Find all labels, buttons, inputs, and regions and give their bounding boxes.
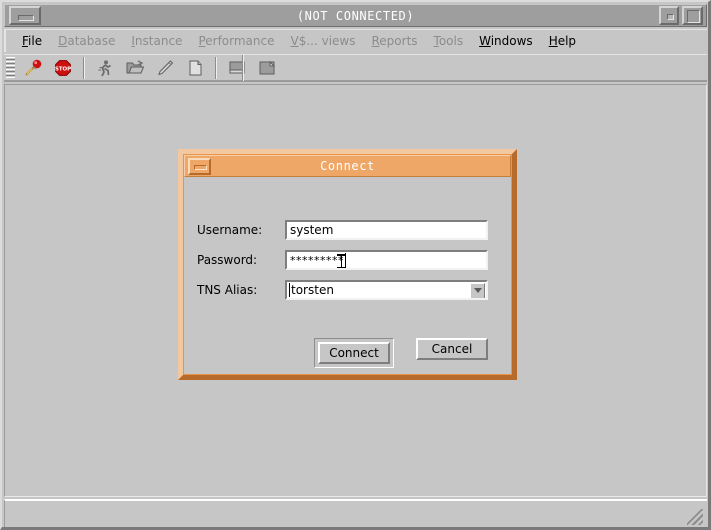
- password-input[interactable]: *********: [285, 250, 488, 270]
- menu-item-instance[interactable]: Instance: [123, 32, 190, 50]
- menu-mnemonic: D: [58, 34, 68, 48]
- tns-alias-combobox[interactable]: torsten: [285, 280, 488, 300]
- toolbar-separator-1: [83, 56, 85, 79]
- folder-page-icon: [255, 56, 279, 80]
- toolbar: STOP: [4, 54, 707, 82]
- minimize-icon[interactable]: [9, 6, 41, 25]
- menu-item-windows[interactable]: Windows: [471, 32, 541, 50]
- stop-sign-icon[interactable]: STOP: [51, 56, 75, 80]
- password-label: Password:: [197, 253, 258, 267]
- cancel-button-frame: Cancel: [416, 338, 488, 368]
- menu-item-file[interactable]: File: [14, 32, 50, 50]
- form-row-password: Password: *********: [197, 250, 488, 270]
- application-window: (NOT CONNECTED) File Database Instance P…: [0, 0, 711, 530]
- mdi-client-area: Connect Username: system Password: *****…: [4, 84, 707, 497]
- form-row-tns-alias: TNS Alias: torsten: [197, 280, 488, 300]
- menu-mnemonic: H: [548, 34, 558, 48]
- toolbar-end-separator: [242, 55, 244, 81]
- menu-label: indows: [490, 34, 533, 48]
- menu-label: erformance: [205, 34, 275, 48]
- dialog-minimize-icon[interactable]: [188, 157, 211, 175]
- menu-item-performance[interactable]: Performance: [190, 32, 282, 50]
- resize-grip-icon[interactable]: [687, 509, 703, 525]
- menu-label: elp: [557, 34, 577, 48]
- menu-label: atabase: [67, 34, 116, 48]
- menu-label: ile: [28, 34, 43, 48]
- pencil-edit-icon: [153, 56, 177, 80]
- menu-item-help[interactable]: Help: [541, 32, 584, 50]
- toolbar-drag-handle[interactable]: [6, 56, 15, 79]
- window-controls: [659, 5, 703, 26]
- menu-label: nstance: [134, 34, 183, 48]
- menu-mnemonic: W: [479, 34, 491, 48]
- dialog-button-row: Connect Cancel: [314, 338, 488, 368]
- username-value: system: [290, 223, 334, 237]
- svg-text:STOP: STOP: [55, 66, 71, 72]
- menu-item-vdollar-views[interactable]: V$... views: [282, 32, 363, 50]
- menu-label: eports: [379, 34, 418, 48]
- open-folder-icon: [123, 56, 147, 80]
- dialog-title-bar: Connect: [184, 155, 511, 177]
- menu-item-tools[interactable]: Tools: [426, 32, 472, 50]
- username-label: Username:: [197, 223, 263, 237]
- chevron-down-icon[interactable]: [470, 283, 485, 298]
- menu-item-database[interactable]: Database: [50, 32, 123, 50]
- running-person-icon: [93, 56, 117, 80]
- menu-label: $... views: [298, 34, 356, 48]
- window-title: (NOT CONNECTED): [296, 8, 415, 23]
- menu-item-reports[interactable]: Reports: [363, 32, 425, 50]
- tns-alias-value: torsten: [291, 283, 334, 297]
- menu-mnemonic: V: [290, 34, 299, 48]
- status-bar: [4, 499, 707, 527]
- connect-button[interactable]: Connect: [318, 342, 390, 364]
- connect-plug-icon[interactable]: [21, 56, 45, 80]
- window-title-bar: (NOT CONNECTED): [4, 4, 707, 27]
- toolbar-separator-2: [215, 56, 217, 79]
- form-row-username: Username: system: [197, 220, 488, 240]
- connect-button-frame: Connect: [314, 338, 394, 368]
- text-caret: [345, 253, 346, 267]
- new-document-icon: [183, 56, 207, 80]
- tns-alias-label: TNS Alias:: [197, 283, 258, 297]
- save-disk-icon: [225, 56, 249, 80]
- dialog-title: Connect: [320, 159, 375, 173]
- restore-icon[interactable]: [659, 6, 679, 25]
- username-input[interactable]: system: [285, 220, 488, 240]
- connect-dialog: Connect Username: system Password: *****…: [178, 149, 517, 380]
- maximize-icon[interactable]: [682, 6, 703, 25]
- menu-bar: File Database Instance Performance V$...…: [4, 29, 707, 52]
- password-value: *********: [290, 253, 344, 267]
- dialog-body: Username: system Password: ********* TNS…: [184, 178, 511, 374]
- cancel-button[interactable]: Cancel: [416, 338, 488, 360]
- menu-label: ools: [438, 34, 464, 48]
